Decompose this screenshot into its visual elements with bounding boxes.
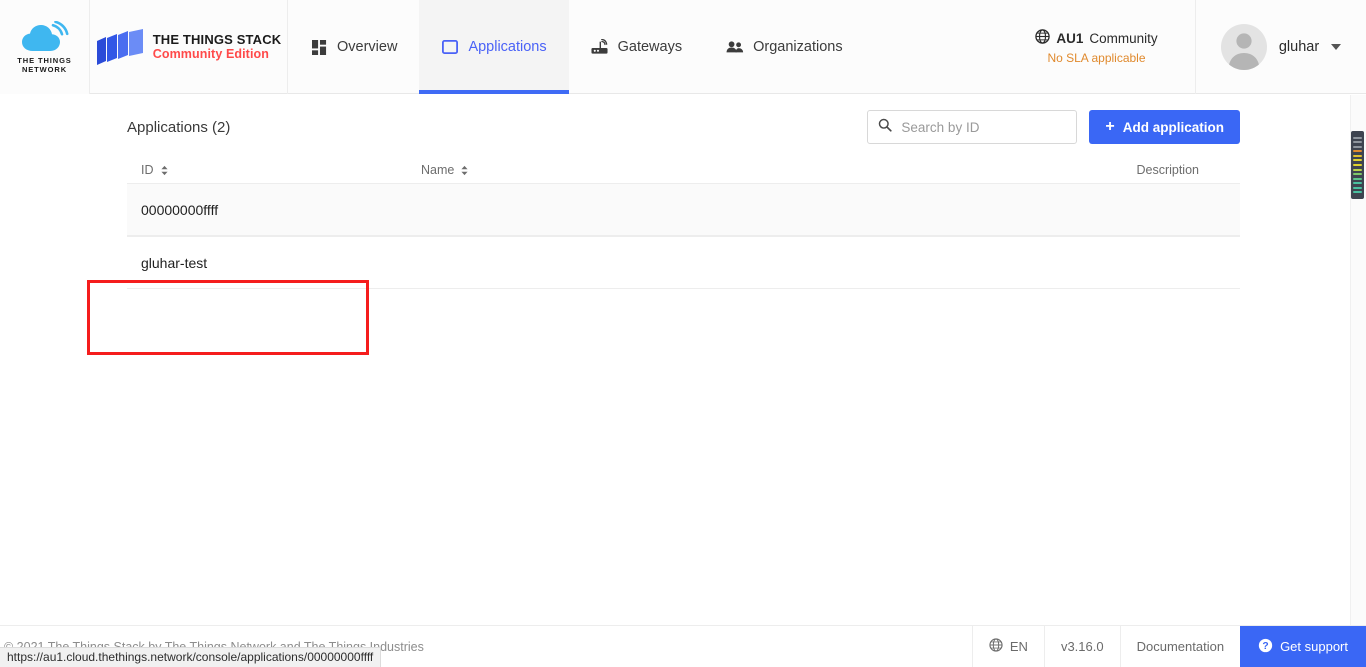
table-row[interactable]: gluhar-test	[127, 236, 1240, 289]
header-spacer	[865, 0, 998, 93]
toolbar-actions: + Add application	[867, 110, 1240, 144]
scrollbar-mark	[1353, 164, 1362, 166]
sort-icon[interactable]	[460, 165, 469, 176]
cell-id: gluhar-test	[141, 255, 421, 271]
documentation-label: Documentation	[1137, 639, 1224, 654]
tab-organizations[interactable]: Organizations	[704, 0, 864, 94]
main-navigation: Overview Applications Gat	[288, 0, 865, 94]
ttn-logo-line2: NETWORK	[17, 65, 71, 74]
user-name: gluhar	[1279, 39, 1319, 55]
column-header-description-label: Description	[1136, 163, 1199, 177]
browser-status-bar-url: https://au1.cloud.thethings.network/cons…	[0, 647, 381, 667]
tab-gateways[interactable]: Gateways	[569, 0, 704, 94]
language-label: EN	[1010, 639, 1028, 654]
get-support-label: Get support	[1280, 639, 1348, 654]
cloud-icon	[20, 21, 70, 55]
scrollbar-mark	[1353, 137, 1362, 139]
avatar	[1221, 24, 1267, 70]
stack-logo-subtitle: Community Edition	[153, 47, 282, 61]
cell-id: 00000000ffff	[141, 202, 421, 218]
scrollbar-mark	[1353, 141, 1362, 143]
scrollbar-mark	[1353, 159, 1362, 161]
footer-links: EN v3.16.0 Documentation ? Get support	[972, 626, 1366, 667]
sla-notice: No SLA applicable	[1047, 51, 1145, 65]
plus-icon: +	[1105, 119, 1114, 135]
scrollbar-mark	[1353, 146, 1362, 148]
stack-books-icon	[96, 29, 144, 65]
scrollbar-mark	[1353, 178, 1362, 180]
ttn-logo[interactable]: THE THINGS NETWORK	[0, 0, 90, 94]
tab-overview[interactable]: Overview	[288, 0, 419, 94]
page-scrollbar[interactable]	[1350, 95, 1366, 625]
chevron-down-icon[interactable]	[1331, 44, 1341, 50]
scrollbar-mark	[1353, 182, 1362, 184]
scrollbar-mark	[1353, 169, 1362, 171]
table-row[interactable]: 00000000ffff	[127, 183, 1240, 236]
scrollbar-thumb[interactable]	[1351, 131, 1364, 199]
annotation-highlight-box	[87, 280, 369, 355]
applications-table: ID Name Description	[127, 157, 1240, 289]
stack-logo-title: THE THINGS STACK	[153, 33, 282, 48]
version-label: v3.16.0	[1044, 626, 1120, 667]
ttn-logo-line1: THE THINGS	[17, 56, 71, 65]
main-content: Applications (2) + Add application ID	[0, 95, 1350, 625]
search-input[interactable]	[901, 120, 1066, 135]
column-header-id[interactable]: ID	[141, 163, 421, 177]
version-text: v3.16.0	[1061, 639, 1104, 654]
application-square-icon	[441, 38, 459, 56]
question-circle-icon: ?	[1258, 638, 1273, 656]
tab-organizations-label: Organizations	[753, 39, 842, 55]
scrollbar-mark	[1353, 187, 1362, 189]
page-title: Applications (2)	[127, 119, 230, 136]
tab-overview-label: Overview	[337, 39, 397, 55]
language-selector[interactable]: EN	[972, 626, 1044, 667]
cluster-name: AU1	[1056, 31, 1083, 46]
cluster-type: Community	[1089, 31, 1157, 46]
sort-icon[interactable]	[160, 165, 169, 176]
svg-text:?: ?	[1262, 641, 1268, 652]
search-icon	[878, 118, 892, 137]
scrollbar-mark	[1353, 173, 1362, 175]
tab-gateways-label: Gateways	[618, 39, 682, 55]
cluster-info[interactable]: AU1 Community No SLA applicable	[998, 0, 1196, 94]
people-icon	[726, 38, 744, 56]
tab-applications[interactable]: Applications	[419, 0, 568, 94]
app-header: THE THINGS NETWORK THE THINGS STACK Comm…	[0, 0, 1366, 94]
applications-toolbar: Applications (2) + Add application	[127, 107, 1240, 147]
things-stack-logo[interactable]: THE THINGS STACK Community Edition	[90, 0, 288, 94]
gateway-router-icon	[591, 38, 609, 56]
globe-icon	[1035, 29, 1050, 47]
column-header-description: Description	[1001, 163, 1226, 177]
scrollbar-mark	[1353, 155, 1362, 157]
column-header-name[interactable]: Name	[421, 163, 1001, 177]
table-header-row: ID Name Description	[127, 157, 1240, 183]
column-header-name-label: Name	[421, 163, 454, 177]
scrollbar-mark	[1353, 191, 1362, 193]
scrollbar-mark	[1353, 150, 1362, 152]
search-input-wrapper[interactable]	[867, 110, 1077, 144]
tab-applications-label: Applications	[468, 39, 546, 55]
grid-icon	[310, 38, 328, 56]
add-application-button[interactable]: + Add application	[1089, 110, 1240, 144]
add-application-label: Add application	[1123, 120, 1224, 135]
documentation-link[interactable]: Documentation	[1120, 626, 1240, 667]
column-header-id-label: ID	[141, 163, 154, 177]
user-menu[interactable]: gluhar	[1196, 0, 1366, 94]
globe-icon	[989, 638, 1003, 655]
get-support-button[interactable]: ? Get support	[1240, 626, 1366, 667]
